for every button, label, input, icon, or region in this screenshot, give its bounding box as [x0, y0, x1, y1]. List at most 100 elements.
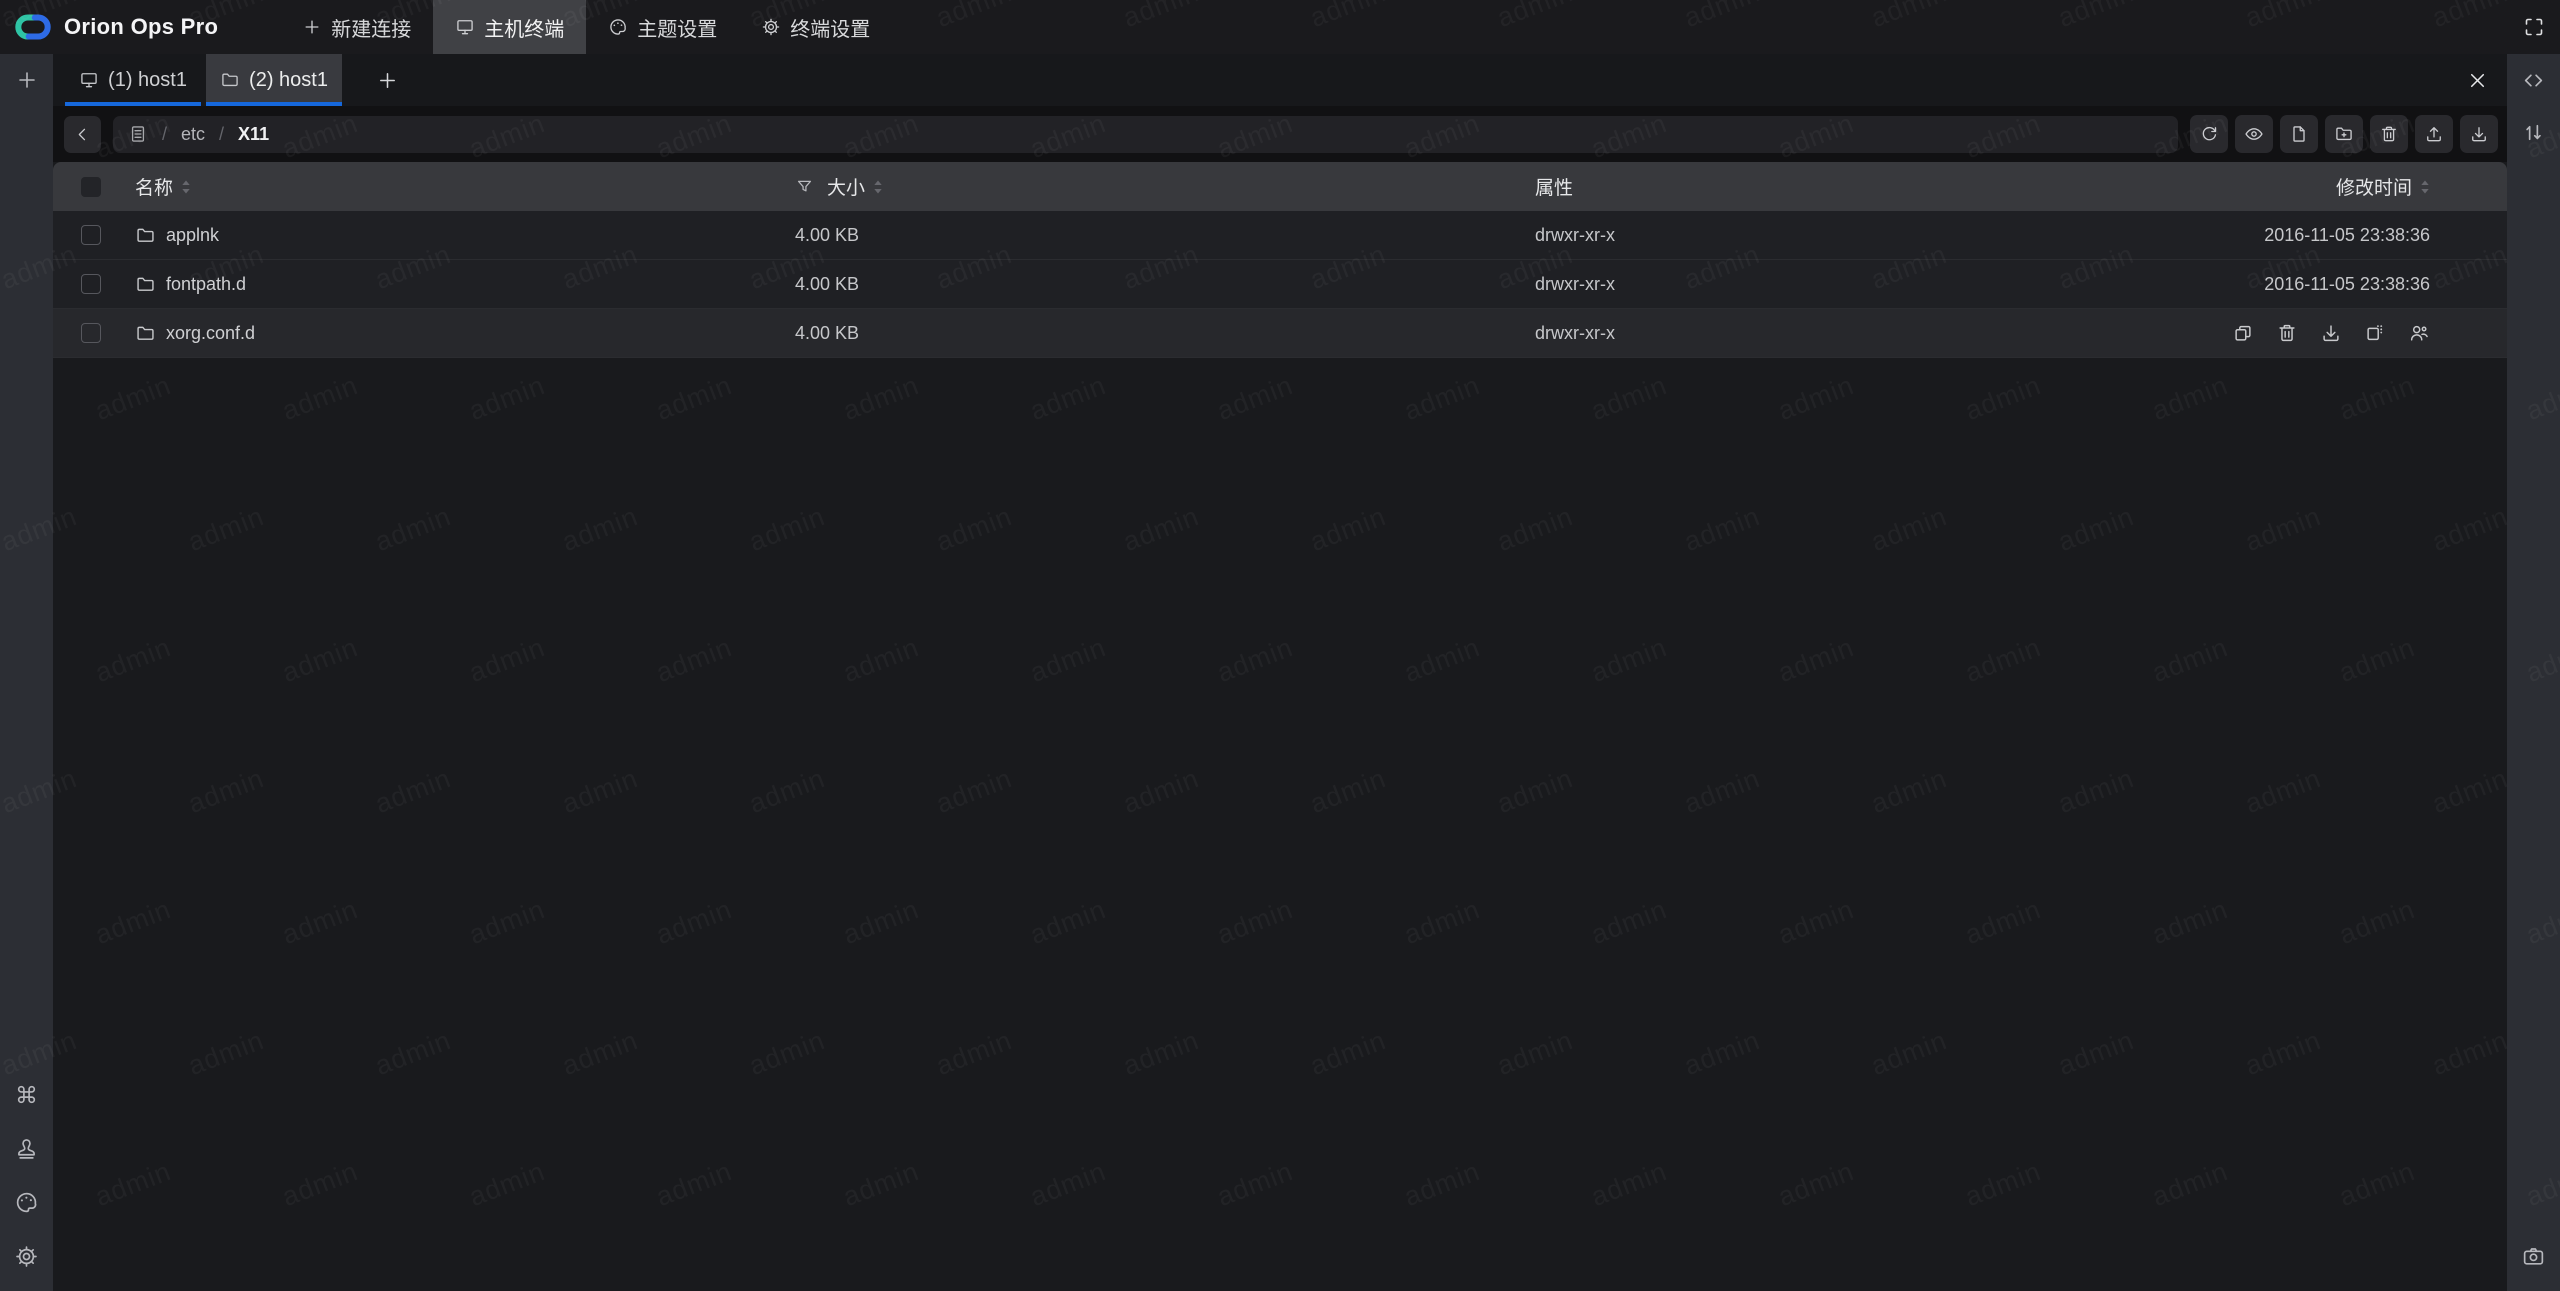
new-tab-button[interactable] — [361, 54, 413, 106]
plus-icon — [302, 17, 322, 37]
refresh-icon — [2199, 124, 2219, 144]
column-label: 大小 — [827, 173, 865, 200]
path-separator: / — [162, 124, 167, 145]
settings-button[interactable] — [0, 1229, 53, 1283]
monitor-icon — [79, 70, 99, 90]
sort-by-name[interactable]: 名称 — [135, 173, 191, 200]
brand: Orion Ops Pro — [0, 11, 234, 43]
tab-label: (2) host1 — [249, 69, 328, 92]
file-toolbar — [2190, 115, 2498, 153]
path-breadcrumb[interactable]: / etc / X11 — [113, 116, 2178, 153]
file-size: 4.00 KB — [795, 274, 859, 295]
tab-label: (1) host1 — [108, 69, 187, 92]
transfer-list-button[interactable] — [2507, 106, 2560, 158]
file-attr: drwxr-xr-x — [1535, 323, 1615, 344]
nav-label: 主机终端 — [484, 13, 564, 42]
tabstrip-spacer — [413, 54, 2453, 106]
rename-icon — [2364, 322, 2386, 344]
breadcrumb-current[interactable]: X11 — [238, 124, 269, 145]
sort-by-mtime[interactable]: 修改时间 — [2336, 173, 2430, 200]
sort-carets-icon — [2420, 180, 2430, 194]
sort-carets-icon — [873, 180, 883, 194]
nav-label: 主题设置 — [637, 13, 717, 42]
right-sidebar — [2507, 54, 2560, 1291]
close-icon — [2466, 69, 2489, 92]
nav-label: 终端设置 — [790, 13, 870, 42]
screenshot-button[interactable] — [2507, 1229, 2560, 1283]
nav-new-connection[interactable]: 新建连接 — [280, 0, 433, 54]
header-size: 大小 — [795, 173, 1535, 200]
file-name: applnk — [166, 225, 219, 246]
file-row-applnk[interactable]: applnk 4.00 KB drwxr-xr-x 2016-11-05 23:… — [53, 211, 2507, 260]
file-mtime: 2016-11-05 23:38:36 — [2264, 225, 2430, 246]
new-file-button[interactable] — [2280, 115, 2318, 153]
folder-icon — [135, 274, 156, 295]
refresh-button[interactable] — [2190, 115, 2228, 153]
file-mtime: 2016-11-05 23:38:36 — [2264, 274, 2430, 295]
eye-icon — [2244, 124, 2264, 144]
theme-button[interactable] — [0, 1175, 53, 1229]
path-toolbar: / etc / X11 — [53, 106, 2507, 162]
row-checkbox[interactable] — [81, 323, 101, 343]
code-icon — [2521, 68, 2546, 93]
folder-icon — [220, 70, 240, 90]
back-button[interactable] — [64, 116, 101, 153]
select-all-checkbox[interactable] — [81, 177, 101, 197]
column-label: 属性 — [1535, 173, 1573, 200]
change-owner-button[interactable] — [2408, 322, 2430, 344]
top-nav: 新建连接 主机终端 主题设置 终端设置 — [280, 0, 892, 54]
file-attr: drwxr-xr-x — [1535, 225, 1615, 246]
folder-icon — [135, 323, 156, 344]
main-area: (1) host1 (2) host1 / etc / X11 — [53, 54, 2507, 1291]
file-table-header: 名称 大小 属性 修改时间 — [53, 162, 2507, 211]
upload-button[interactable] — [2415, 115, 2453, 153]
app-title: Orion Ops Pro — [64, 14, 218, 40]
nav-label: 新建连接 — [331, 13, 411, 42]
plus-icon — [376, 69, 399, 92]
monitor-icon — [455, 17, 475, 37]
nav-terminal-settings[interactable]: 终端设置 — [739, 0, 892, 54]
user-switch-icon — [2408, 322, 2430, 344]
command-shortcuts-button[interactable] — [0, 1067, 53, 1121]
delete-button[interactable] — [2370, 115, 2408, 153]
file-size: 4.00 KB — [795, 225, 859, 246]
credentials-button[interactable] — [0, 1121, 53, 1175]
delete-file-button[interactable] — [2276, 322, 2298, 344]
header-checkbox-cell — [81, 177, 135, 197]
folder-icon — [135, 225, 156, 246]
palette-icon — [14, 1190, 39, 1215]
fullscreen-icon — [2522, 15, 2546, 39]
add-connection-button[interactable] — [0, 54, 53, 106]
row-checkbox[interactable] — [81, 225, 101, 245]
copy-path-button[interactable] — [2232, 322, 2254, 344]
close-tab-button[interactable] — [2453, 54, 2501, 106]
plus-icon — [15, 68, 39, 92]
file-attr: drwxr-xr-x — [1535, 274, 1615, 295]
command-icon — [14, 1082, 39, 1107]
nav-theme-settings[interactable]: 主题设置 — [586, 0, 739, 54]
download-icon — [2469, 124, 2489, 144]
rename-file-button[interactable] — [2364, 322, 2386, 344]
download-button[interactable] — [2460, 115, 2498, 153]
filter-icon[interactable] — [795, 177, 814, 196]
tab-host1-terminal[interactable]: (1) host1 — [65, 54, 201, 106]
fullscreen-button[interactable] — [2507, 0, 2560, 54]
file-row-fontpath[interactable]: fontpath.d 4.00 KB drwxr-xr-x 2016-11-05… — [53, 260, 2507, 309]
breadcrumb-etc[interactable]: etc — [181, 124, 205, 145]
download-icon — [2320, 322, 2342, 344]
palette-icon — [608, 17, 628, 37]
gear-icon — [761, 17, 781, 37]
sort-vertical-icon — [2521, 120, 2546, 145]
sort-by-size[interactable]: 大小 — [827, 173, 883, 200]
copy-icon — [2232, 322, 2254, 344]
script-panel-button[interactable] — [2507, 54, 2560, 106]
show-hidden-button[interactable] — [2235, 115, 2273, 153]
download-file-button[interactable] — [2320, 322, 2342, 344]
tab-host1-files[interactable]: (2) host1 — [206, 54, 342, 106]
left-rail-bottom — [0, 1067, 53, 1291]
new-folder-button[interactable] — [2325, 115, 2363, 153]
row-checkbox[interactable] — [81, 274, 101, 294]
header-attr: 属性 — [1535, 173, 2235, 200]
file-row-xorg-conf[interactable]: xorg.conf.d 4.00 KB drwxr-xr-x — [53, 309, 2507, 358]
nav-host-terminal[interactable]: 主机终端 — [433, 0, 586, 54]
